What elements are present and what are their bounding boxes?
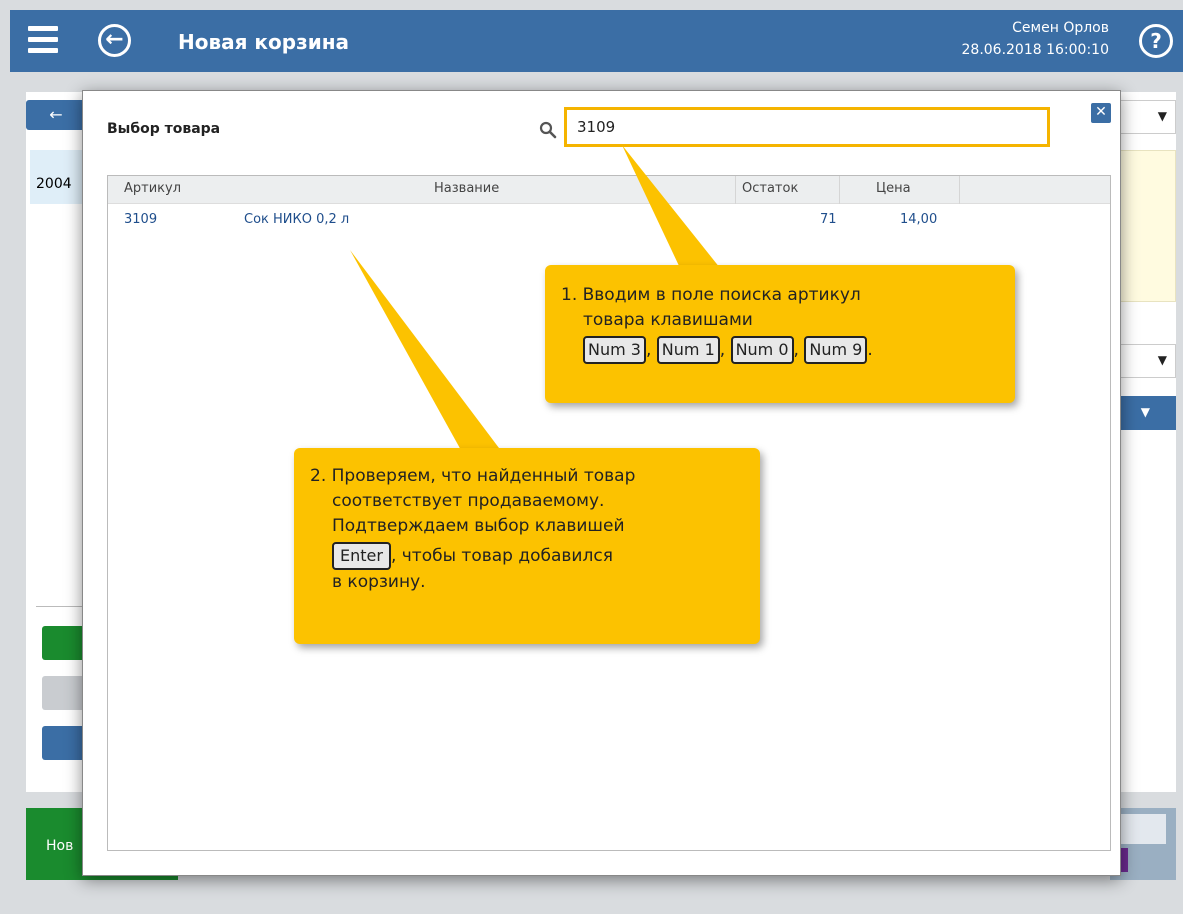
cell-article: 3109 — [124, 212, 158, 227]
dialog-title: Выбор товара — [107, 121, 221, 137]
help-icon[interactable]: ? — [1139, 24, 1173, 58]
hint-callout-1: 1. Вводим в поле поиска артикул товара к… — [545, 265, 1015, 403]
column-header-name[interactable]: Название — [434, 181, 499, 196]
current-datetime: 28.06.2018 16:00:10 — [961, 42, 1110, 58]
hint-text: , чтобы товар добавился — [390, 546, 613, 566]
key-num0: Num 0 — [730, 336, 794, 364]
hint-text: в корзину. — [332, 572, 426, 592]
column-header-stock[interactable]: Остаток — [742, 181, 798, 196]
cell-name: Сок НИКО 0,2 л — [244, 212, 350, 227]
page-title: Новая корзина — [178, 30, 350, 54]
table-row[interactable]: 3109 Сок НИКО 0,2 л 71 14,00 — [108, 204, 1110, 234]
column-separator — [735, 176, 736, 204]
hint-text: 2. Проверяем, что найденный товар — [310, 466, 636, 486]
background-divider — [36, 606, 86, 607]
key-num9: Num 9 — [804, 336, 868, 364]
search-input[interactable] — [564, 107, 1050, 147]
hint-text: Подтверждаем выбор клавишей — [332, 516, 625, 536]
hint-callout-2: 2. Проверяем, что найденный товар соотве… — [294, 448, 760, 644]
app-header: ← Новая корзина Семен Орлов 28.06.2018 1… — [10, 10, 1183, 72]
hint-text: товара клавишами — [583, 310, 753, 330]
column-separator — [959, 176, 960, 204]
back-arrow-icon[interactable]: ← — [98, 24, 131, 57]
hint-key-line: Enter, чтобы товар добавился — [310, 539, 746, 570]
search-icon — [539, 121, 557, 139]
column-separator — [839, 176, 840, 204]
hamburger-menu-icon[interactable] — [28, 26, 58, 56]
user-name: Семен Орлов — [1012, 20, 1109, 36]
hint-text: соответствует продаваемому. — [332, 491, 605, 511]
key-num3: Num 3 — [583, 336, 646, 364]
hint-text: 1. Вводим в поле поиска артикул — [561, 285, 861, 305]
hint-keys: Num 3, Num 1, Num 0, Num 9. — [561, 333, 1001, 364]
key-num1: Num 1 — [656, 336, 720, 364]
background-code-cell: 2004 — [30, 150, 86, 204]
table-header: Артикул Название Остаток Цена — [108, 176, 1110, 204]
column-header-article[interactable]: Артикул — [124, 181, 181, 196]
cell-price: 14,00 — [900, 212, 938, 227]
key-enter: Enter — [332, 542, 391, 570]
background-back-button[interactable]: ← — [26, 100, 86, 130]
cell-stock: 71 — [820, 212, 837, 227]
close-icon[interactable]: ✕ — [1091, 103, 1111, 123]
column-header-price[interactable]: Цена — [876, 181, 911, 196]
background-right-field[interactable] — [1116, 814, 1166, 844]
